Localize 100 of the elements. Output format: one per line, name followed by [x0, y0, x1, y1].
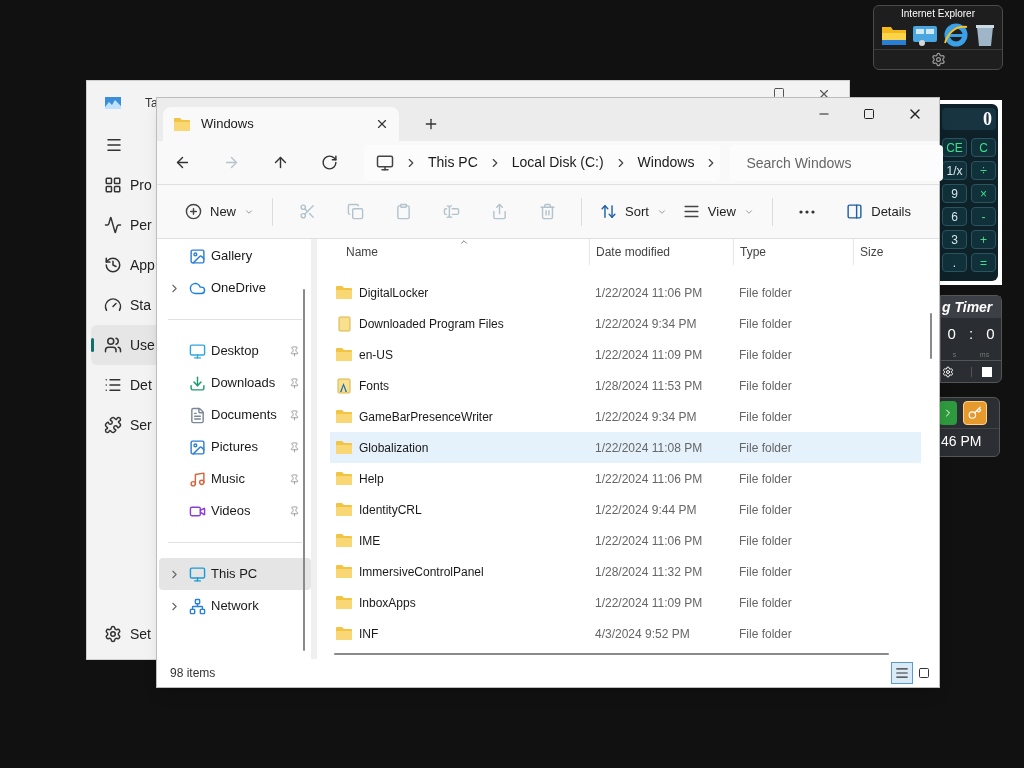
file-row[interactable]: IME 1/22/2024 11:06 PM File folder [330, 525, 921, 556]
sidebar-item[interactable]: Music [159, 463, 311, 495]
type-cell-text: File folder [739, 346, 793, 364]
file-row[interactable]: DigitalLocker 1/22/2024 11:06 PM File folder [330, 277, 921, 308]
refresh-icon[interactable] [321, 154, 338, 171]
date-cell-text: 1/22/2024 9:34 PM [595, 315, 698, 333]
type-cell-text: File folder [739, 594, 793, 612]
timer-digit: : [968, 323, 974, 344]
file-row[interactable]: en-US 1/22/2024 11:09 PM File folder [330, 339, 921, 370]
sidebar-item[interactable]: OneDrive [159, 272, 311, 304]
view-button[interactable]: View [674, 193, 762, 230]
calculator-key[interactable]: = [971, 253, 996, 272]
browser-icon[interactable] [942, 23, 969, 47]
calculator-key[interactable]: 3 [942, 230, 967, 249]
file-row[interactable]: IdentityCRL 1/22/2024 9:44 PM File folder [330, 494, 921, 525]
file-row[interactable]: InboxApps 1/22/2024 11:09 PM File folder [330, 587, 921, 618]
file-row[interactable]: GameBarPresenceWriter 1/22/2024 9:34 PM File folder [330, 401, 921, 432]
type-cell-text: File folder [739, 532, 793, 550]
image-icon [189, 247, 206, 265]
nav-icon [104, 296, 122, 314]
calculator-key[interactable]: ÷ [971, 161, 996, 180]
sidebar-item[interactable]: Gallery [159, 240, 311, 272]
details-button[interactable]: Details [838, 193, 919, 230]
sidebar-item[interactable]: This PC [159, 558, 311, 590]
new-tab-icon[interactable] [423, 116, 439, 132]
stop-button[interactable] [981, 366, 992, 377]
maximize-icon[interactable] [863, 108, 875, 120]
file-row[interactable]: ImmersiveControlPanel 1/28/2024 11:32 PM File folder [330, 556, 921, 587]
file-row[interactable]: Fonts 1/28/2024 11:53 PM File folder [330, 370, 921, 401]
up-arrow-icon[interactable] [272, 154, 289, 171]
new-button[interactable]: New [177, 193, 262, 230]
nav-icon [104, 176, 122, 194]
file-name: DigitalLocker [359, 284, 429, 302]
recycle-bin-icon[interactable] [973, 23, 996, 47]
file-name: GameBarPresenceWriter [359, 408, 493, 426]
type-cell-text: File folder [739, 625, 793, 643]
close-tab-icon[interactable] [375, 117, 389, 131]
file-row[interactable]: Globalization 1/22/2024 11:08 PM File folder [330, 432, 921, 463]
sidebar-item[interactable]: Downloads [159, 367, 311, 399]
download-icon [189, 374, 206, 392]
file-name: IdentityCRL [359, 501, 422, 519]
calculator-key[interactable]: C [971, 138, 996, 157]
date-cell-text: 1/22/2024 11:09 PM [595, 346, 704, 364]
calculator-key[interactable]: 1/x [942, 161, 967, 180]
breadcrumb-item[interactable]: Windows [637, 152, 695, 173]
sidebar-item[interactable]: Videos [159, 495, 311, 527]
file-row[interactable]: Help 1/22/2024 11:06 PM File folder [330, 463, 921, 494]
calculator-key[interactable]: - [971, 207, 996, 226]
calculator-key[interactable]: . [942, 253, 967, 272]
folder-icon [335, 409, 353, 424]
type-cell-text: File folder [739, 439, 793, 457]
calculator-display: 0 [942, 108, 996, 130]
breadcrumb-item[interactable]: This PC [428, 152, 478, 173]
folder-icon [336, 315, 352, 332]
status-text: 98 items [170, 665, 217, 682]
network-icon [189, 597, 206, 615]
nav-item[interactable]: Pro [91, 165, 157, 205]
type-cell-text: File folder [739, 563, 793, 581]
file-row[interactable]: INF 4/3/2024 9:52 PM File folder [330, 618, 921, 649]
calculator-key[interactable]: 6 [942, 207, 967, 226]
folder-icon [335, 285, 353, 300]
column-header[interactable]: Date modified [589, 239, 733, 265]
details-view-button[interactable] [891, 662, 913, 684]
square-icon [918, 667, 930, 679]
calculator-key[interactable]: × [971, 184, 996, 203]
menu-icon[interactable] [105, 136, 123, 154]
image-icon [189, 438, 206, 456]
sidebar-item[interactable]: Documents [159, 399, 311, 431]
settings-icon[interactable] [930, 52, 946, 67]
sidebar-item[interactable]: Pictures [159, 431, 311, 463]
sidebar-item[interactable]: Desktop [159, 335, 311, 367]
document-icon [189, 406, 206, 424]
nav-item[interactable]: Ser [91, 405, 157, 445]
type-cell-text: File folder [739, 408, 793, 426]
settings-icon [104, 625, 122, 643]
nav-item[interactable]: Det [91, 365, 157, 405]
column-header[interactable]: Type [733, 239, 853, 265]
tab[interactable]: Windows [163, 107, 399, 141]
type-cell-text: File folder [739, 284, 793, 302]
font-folder-icon [336, 377, 352, 394]
key-icon[interactable] [963, 401, 987, 425]
folder-icon [335, 347, 353, 362]
nav-item[interactable]: Use [91, 325, 157, 365]
settings-nav-item[interactable]: Set [91, 614, 157, 654]
nav-item[interactable]: App [91, 245, 157, 285]
calculator-key[interactable]: 9 [942, 184, 967, 203]
column-header[interactable]: Name [330, 239, 589, 265]
breadcrumb-item[interactable]: Local Disk (C:) [511, 152, 604, 173]
monitor-icon [189, 565, 206, 583]
file-name: Help [359, 470, 384, 488]
monitor-icon [189, 342, 206, 360]
file-row[interactable]: Downloaded Program Files 1/22/2024 9:34 PM File folder [330, 308, 921, 339]
sidebar-item[interactable]: Network [159, 590, 311, 622]
calculator-key[interactable]: CE [942, 138, 967, 157]
calculator-key[interactable]: + [971, 230, 996, 249]
column-header[interactable]: Size [853, 239, 921, 265]
launcher-title: Internet Explorer [901, 7, 975, 21]
sort-button[interactable]: Sort [592, 193, 675, 230]
nav-item[interactable]: Per [91, 205, 157, 245]
nav-item[interactable]: Sta [91, 285, 157, 325]
